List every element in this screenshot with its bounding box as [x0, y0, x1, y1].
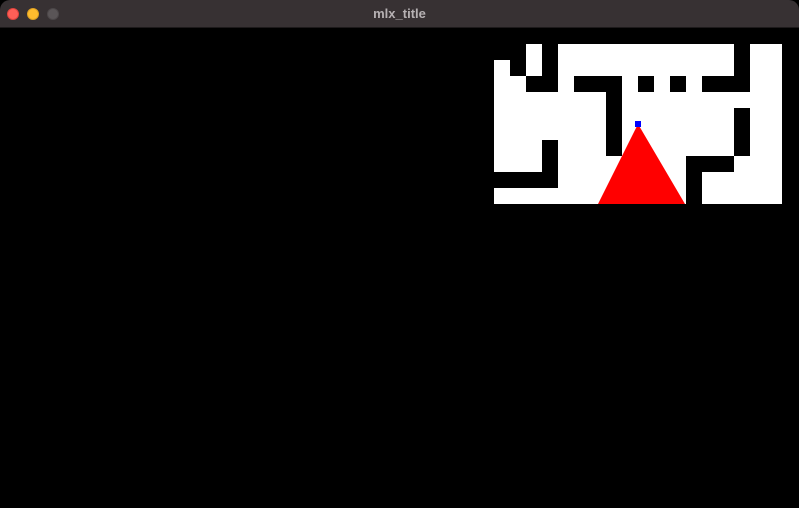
wall-block: [526, 76, 558, 92]
window-title: mlx_title: [373, 6, 426, 21]
wall-block: [686, 172, 702, 204]
wall-block: [494, 172, 558, 188]
wall-block: [734, 108, 750, 156]
wall-block: [510, 60, 526, 76]
wall-block: [542, 60, 558, 76]
render-canvas[interactable]: [0, 28, 799, 508]
wall-block: [574, 76, 622, 92]
wall-block: [638, 76, 654, 92]
player-marker: [635, 121, 641, 127]
minimap: [494, 44, 782, 204]
wall-block: [494, 44, 526, 60]
wall-block: [686, 156, 734, 172]
title-bar[interactable]: mlx_title: [0, 0, 799, 28]
wall-block: [702, 76, 750, 92]
wall-block: [734, 44, 750, 76]
wall-block: [606, 92, 622, 156]
wall-block: [542, 44, 558, 60]
wall-block: [670, 76, 686, 92]
app-window: mlx_title: [0, 0, 799, 508]
